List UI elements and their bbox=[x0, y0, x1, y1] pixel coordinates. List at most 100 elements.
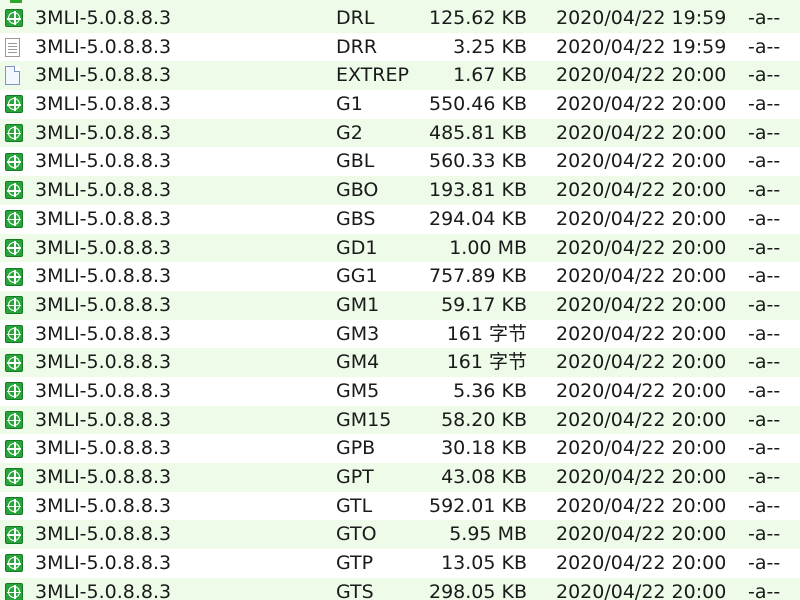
green-crosshair-icon bbox=[5, 291, 27, 320]
file-row[interactable]: 3MLI-5.0.8.8.3 GTO 5.95 MB 2020/04/22 20:00… bbox=[0, 520, 800, 550]
green-crosshair-icon bbox=[5, 406, 27, 435]
file-date: 2020/04/22 20:00 bbox=[556, 580, 727, 600]
file-extension: GG1 bbox=[336, 265, 378, 288]
file-row[interactable]: 3MLI-5.0.8.8.3 G1 550.46 KB 2020/04/22 20:0… bbox=[0, 90, 800, 119]
file-row[interactable]: 3MLI-5.0.8.8.3 GTP 13.05 KB 2020/04/22 20:0… bbox=[0, 549, 800, 578]
file-row[interactable]: 3MLI-5.0.8.8.3 GG1 757.89 KB 2020/04/22 20:… bbox=[0, 262, 800, 291]
file-size: 5.36 KB bbox=[453, 379, 527, 402]
file-row[interactable]: 3MLI-5.0.8.8.3 G2 485.81 KB 2020/04/22 20:0… bbox=[0, 118, 800, 148]
file-date: 2020/04/22 20:00 bbox=[556, 351, 727, 374]
file-row[interactable]: 3MLI-5.0.8.8.3 GTS 298.05 KB 2020/04/22 20:… bbox=[0, 577, 800, 600]
green-crosshair-icon bbox=[5, 119, 27, 148]
file-name: 3MLI-5.0.8.8.3 bbox=[35, 580, 172, 600]
file-name: 3MLI-5.0.8.8.3 bbox=[35, 179, 172, 202]
file-row[interactable]: 3MLI-5.0.8.8.3 GPB 30.18 KB 2020/04/22 20:0… bbox=[0, 434, 800, 463]
file-name: 3MLI-5.0.8.8.3 bbox=[35, 494, 172, 517]
file-size: 1.00 MB bbox=[449, 236, 527, 259]
file-extension: GD1 bbox=[336, 236, 378, 259]
file-name: 3MLI-5.0.8.8.3 bbox=[35, 466, 172, 488]
file-name: 3MLI-5.0.8.8.3 bbox=[35, 207, 172, 230]
file-row[interactable]: 3MLI-5.0.8.8.3 GBS 294.04 KB 2020/04/22 20:… bbox=[0, 205, 800, 234]
green-crosshair-icon bbox=[5, 492, 27, 521]
file-name: 3MLI-5.0.8.8.3 bbox=[35, 322, 172, 345]
file-row[interactable]: 3MLI-5.0.8.8.3 DRR 3.25 KB 2020/04/22 19:59… bbox=[0, 33, 800, 62]
file-date: 2020/04/22 20:00 bbox=[556, 64, 727, 87]
file-extension: EXTREP bbox=[336, 64, 409, 87]
file-date: 2020/04/22 20:00 bbox=[556, 265, 727, 288]
file-row[interactable]: 3MLI-5.0.8.8.3 GD1 1.00 MB 2020/04/22 20:00… bbox=[0, 233, 800, 263]
file-row[interactable]: 3MLI-5.0.8.8.3 DRL 125.62 KB 2020/04/22 19:… bbox=[0, 4, 800, 33]
green-crosshair-icon bbox=[5, 578, 27, 600]
file-date: 2020/04/22 20:00 bbox=[556, 523, 727, 546]
file-attributes: -a-- bbox=[748, 523, 781, 546]
file-row[interactable]: 3MLI-5.0.8.8.3 GM5 5.36 KB 2020/04/22 20:00… bbox=[0, 377, 800, 406]
file-size: 43.08 KB bbox=[441, 466, 527, 488]
file-size: 59.17 KB bbox=[441, 293, 527, 316]
file-date: 2020/04/22 20:00 bbox=[556, 293, 727, 316]
file-date: 2020/04/22 20:00 bbox=[556, 437, 727, 460]
file-size: 125.62 KB bbox=[428, 7, 527, 29]
file-attributes: -a-- bbox=[748, 265, 781, 288]
file-name: 3MLI-5.0.8.8.3 bbox=[35, 408, 172, 431]
file-row[interactable]: 3MLI-5.0.8.8.3 GBO 193.81 KB 2020/04/22 20:… bbox=[0, 176, 800, 205]
text-file-icon bbox=[5, 33, 27, 62]
file-row[interactable]: 3MLI-5.0.8.8.3 GM4 161 字节 2020/04/22 20:00-… bbox=[0, 348, 800, 377]
file-date: 2020/04/22 20:00 bbox=[556, 494, 727, 517]
file-name: 3MLI-5.0.8.8.3 bbox=[35, 150, 172, 173]
file-name: 3MLI-5.0.8.8.3 bbox=[35, 351, 172, 374]
file-row[interactable]: 3MLI-5.0.8.8.3 GM3 161 字节 2020/04/22 20:00-… bbox=[0, 320, 800, 349]
file-attributes: -a-- bbox=[748, 552, 781, 575]
file-name: 3MLI-5.0.8.8.3 bbox=[35, 93, 172, 116]
file-extension: G2 bbox=[336, 121, 363, 144]
file-attributes: -a-- bbox=[748, 580, 781, 600]
file-extension: GM15 bbox=[336, 408, 392, 431]
file-attributes: -a-- bbox=[748, 179, 781, 202]
file-attributes: -a-- bbox=[748, 379, 781, 402]
file-rows: 3MLI-5.0.8.8.3 DRL 125.62 KB 2020/04/22 19:… bbox=[0, 4, 800, 600]
file-size: 550.46 KB bbox=[428, 93, 527, 116]
file-list: 3MLI-5.0.8.8.3 DRL 125.62 KB 2020/04/22 19:… bbox=[0, 0, 800, 600]
file-name: 3MLI-5.0.8.8.3 bbox=[35, 293, 172, 316]
file-extension: GTL bbox=[336, 494, 373, 517]
file-attributes: -a-- bbox=[748, 7, 781, 29]
file-row[interactable]: 3MLI-5.0.8.8.3 GM15 58.20 KB 2020/04/22 20:… bbox=[0, 405, 800, 435]
previous-row-icon bbox=[10, 0, 22, 3]
file-extension: GBS bbox=[336, 207, 376, 230]
file-attributes: -a-- bbox=[748, 93, 781, 116]
file-name: 3MLI-5.0.8.8.3 bbox=[35, 64, 172, 87]
green-crosshair-icon bbox=[5, 320, 27, 349]
file-size: 757.89 KB bbox=[428, 265, 527, 288]
file-extension: DRL bbox=[336, 7, 375, 29]
file-extension: GPB bbox=[336, 437, 376, 460]
file-size: 161 字节 bbox=[446, 322, 527, 345]
green-crosshair-icon bbox=[5, 434, 27, 463]
file-extension: GM1 bbox=[336, 293, 380, 316]
file-row[interactable]: 3MLI-5.0.8.8.3 GPT 43.08 KB 2020/04/22 20:0… bbox=[0, 463, 800, 492]
file-name: 3MLI-5.0.8.8.3 bbox=[35, 379, 172, 402]
file-attributes: -a-- bbox=[748, 322, 781, 345]
file-row[interactable]: 3MLI-5.0.8.8.3 GTL 592.01 KB 2020/04/22 20:… bbox=[0, 492, 800, 521]
file-date: 2020/04/22 20:00 bbox=[556, 150, 727, 173]
file-size: 485.81 KB bbox=[428, 121, 527, 144]
file-date: 2020/04/22 20:00 bbox=[556, 408, 727, 431]
file-name: 3MLI-5.0.8.8.3 bbox=[35, 35, 172, 58]
green-crosshair-icon bbox=[5, 147, 27, 176]
file-attributes: -a-- bbox=[748, 351, 781, 374]
file-size: 193.81 KB bbox=[428, 179, 527, 202]
file-size: 592.01 KB bbox=[428, 494, 527, 517]
file-date: 2020/04/22 20:00 bbox=[556, 379, 727, 402]
file-extension: DRR bbox=[336, 35, 378, 58]
green-crosshair-icon bbox=[5, 234, 27, 263]
file-date: 2020/04/22 19:59 bbox=[556, 7, 727, 29]
file-row[interactable]: 3MLI-5.0.8.8.3 EXTREP 1.67 KB 2020/04/22 20… bbox=[0, 61, 800, 91]
file-row[interactable]: 3MLI-5.0.8.8.3 GM1 59.17 KB 2020/04/22 20:0… bbox=[0, 290, 800, 320]
file-row[interactable]: 3MLI-5.0.8.8.3 GBL 560.33 KB 2020/04/22 20:… bbox=[0, 147, 800, 176]
green-crosshair-icon bbox=[5, 520, 27, 549]
file-name: 3MLI-5.0.8.8.3 bbox=[35, 523, 172, 546]
file-size: 294.04 KB bbox=[428, 207, 527, 230]
file-extension: GTS bbox=[336, 580, 374, 600]
file-size: 560.33 KB bbox=[428, 150, 527, 173]
file-attributes: -a-- bbox=[748, 236, 781, 259]
file-name: 3MLI-5.0.8.8.3 bbox=[35, 121, 172, 144]
file-size: 13.05 KB bbox=[441, 552, 527, 575]
